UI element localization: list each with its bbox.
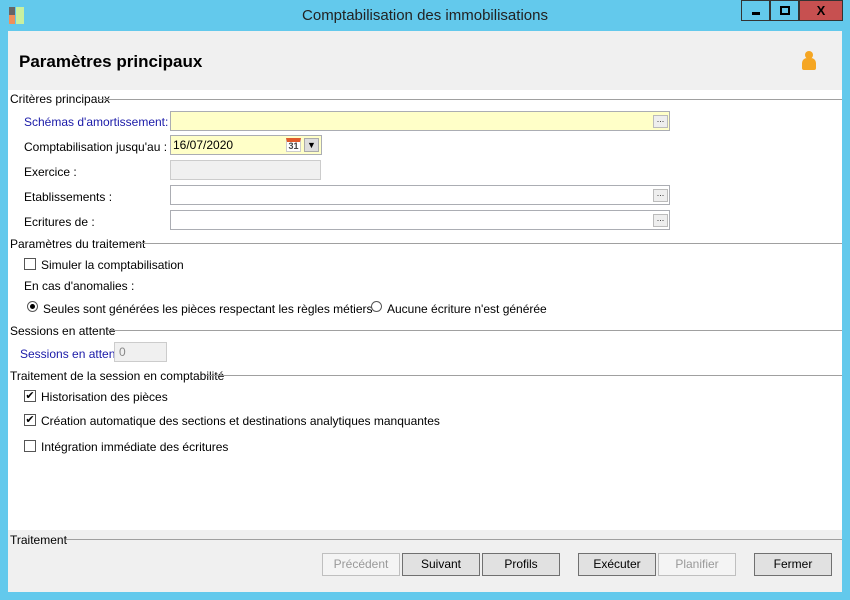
etablissements-label: Etablissements : (24, 190, 113, 204)
window-client: Paramètres principaux Critères principau… (8, 31, 842, 592)
radio-aucune-ecriture-label: Aucune écriture n'est générée (387, 302, 547, 316)
simuler-label: Simuler la comptabilisation (41, 258, 184, 272)
maximize-button[interactable] (770, 0, 799, 21)
sessions-input: 0 (114, 342, 167, 362)
schemas-input[interactable] (170, 111, 670, 131)
schemas-label: Schémas d'amortissement: (24, 115, 169, 129)
section-criteres-title: Critères principaux (10, 92, 111, 106)
page-title: Paramètres principaux (19, 52, 203, 71)
ecritures-browse-button[interactable]: ... (653, 214, 668, 227)
radio-pieces-valides[interactable] (27, 301, 38, 312)
historisation-checkbox[interactable]: ✔ (24, 390, 36, 402)
close-button[interactable]: X (799, 0, 843, 21)
divider (206, 375, 842, 376)
divider (66, 539, 842, 540)
ecritures-label: Ecritures de : (24, 215, 95, 229)
historisation-label: Historisation des pièces (41, 390, 168, 404)
sessions-value: 0 (119, 345, 126, 359)
exercice-label: Exercice : (24, 165, 77, 179)
etablissements-browse-button[interactable]: ... (653, 189, 668, 202)
integration-label: Intégration immédiate des écritures (41, 440, 229, 454)
close-icon: X (816, 3, 826, 18)
divider (108, 330, 842, 331)
user-icon[interactable] (802, 51, 816, 73)
section-footer-title: Traitement (10, 533, 67, 547)
minimize-icon (751, 12, 760, 15)
anomalies-label: En cas d'anomalies : (24, 279, 135, 293)
radio-pieces-valides-label: Seules sont générées les pièces respecta… (43, 302, 373, 316)
exercice-input (170, 160, 321, 180)
section-traitement-title: Paramètres du traitement (10, 237, 146, 251)
planifier-button[interactable]: Planifier (658, 553, 736, 576)
executer-button[interactable]: Exécuter (578, 553, 656, 576)
precedent-button[interactable]: Précédent (322, 553, 400, 576)
compta-date-value: 16/07/2020 (173, 138, 234, 152)
creation-auto-label: Création automatique des sections et des… (41, 414, 440, 428)
radio-aucune-ecriture[interactable] (371, 301, 382, 312)
chevron-down-icon[interactable]: ▼ (304, 138, 319, 152)
section-session-compta-title: Traitement de la session en comptabilité (10, 369, 225, 383)
integration-checkbox[interactable] (24, 440, 36, 452)
divider (98, 99, 842, 100)
ecritures-input[interactable] (170, 210, 670, 230)
simuler-checkbox[interactable] (24, 258, 36, 270)
profils-button[interactable]: Profils (482, 553, 560, 576)
compta-label: Comptabilisation jusqu'au : (24, 140, 168, 154)
window-title: Comptabilisation des immobilisations (302, 7, 548, 24)
fermer-button[interactable]: Fermer (754, 553, 832, 576)
calendar-icon[interactable]: 31 (286, 138, 301, 152)
title-bar[interactable]: Comptabilisation des immobilisations X (0, 0, 850, 31)
sessions-label: Sessions en attente (20, 347, 126, 361)
schemas-browse-button[interactable]: ... (653, 115, 668, 128)
page-header: Paramètres principaux (8, 31, 842, 90)
maximize-icon (779, 6, 790, 15)
section-sessions-title: Sessions en attente (10, 324, 116, 338)
suivant-button[interactable]: Suivant (402, 553, 480, 576)
etablissements-input[interactable] (170, 185, 670, 205)
creation-auto-checkbox[interactable]: ✔ (24, 414, 36, 426)
minimize-button[interactable] (741, 0, 770, 21)
divider (130, 243, 842, 244)
